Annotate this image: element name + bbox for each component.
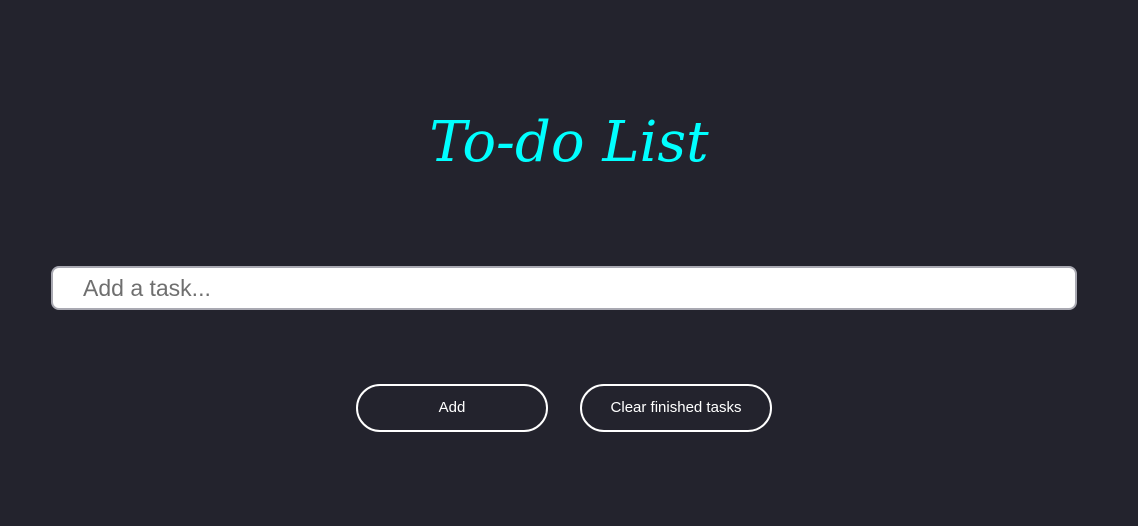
task-input[interactable] — [51, 266, 1077, 310]
page-title: To-do List — [429, 110, 709, 175]
clear-finished-tasks-button[interactable]: Clear finished tasks — [580, 384, 772, 432]
add-button[interactable]: Add — [356, 384, 548, 432]
